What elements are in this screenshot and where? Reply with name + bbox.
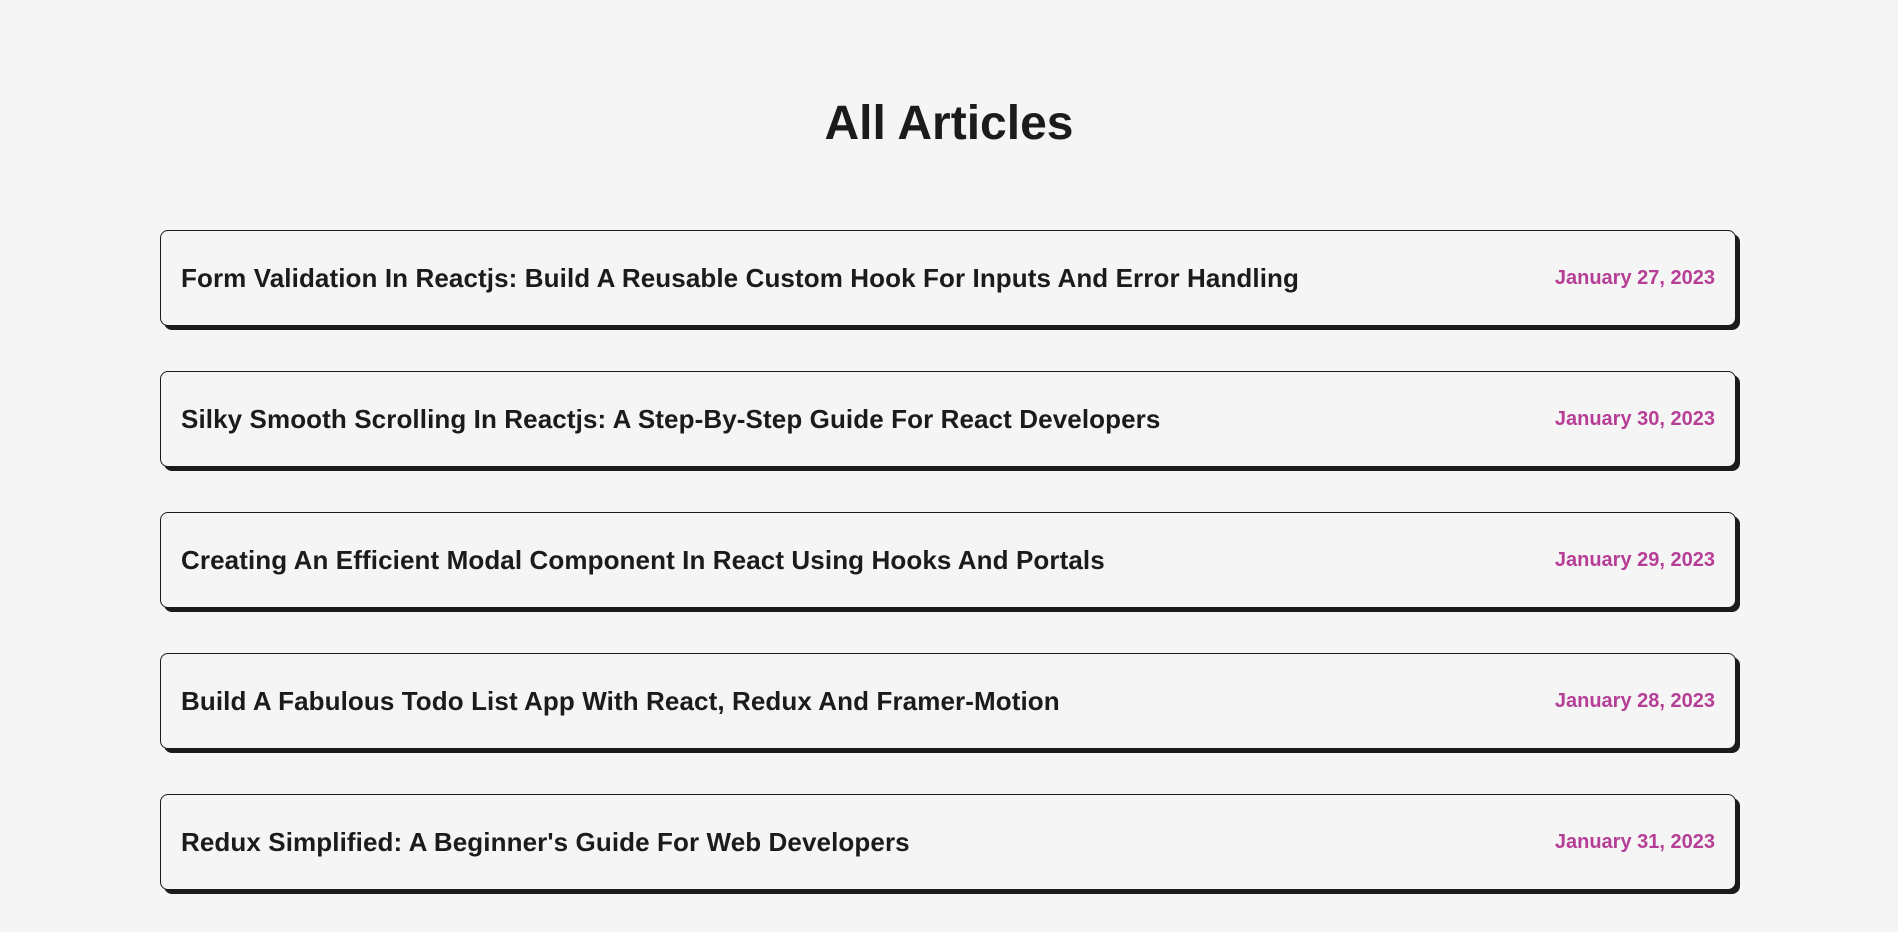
article-card[interactable]: Silky Smooth Scrolling In Reactjs: A Ste… <box>160 371 1736 467</box>
article-list: Form Validation In Reactjs: Build A Reus… <box>160 230 1736 932</box>
article-card[interactable]: Form Validation In Reactjs: Build A Reus… <box>160 230 1736 326</box>
article-card[interactable]: Creating An Efficient Modal Component In… <box>160 512 1736 608</box>
article-date: January 28, 2023 <box>1554 689 1715 712</box>
article-date: January 31, 2023 <box>1554 830 1715 853</box>
article-card[interactable]: Redux Simplified: A Beginner's Guide For… <box>160 794 1736 890</box>
article-date: January 29, 2023 <box>1554 548 1715 571</box>
page-title: All Articles <box>824 97 1074 150</box>
article-title-link[interactable]: Form Validation In Reactjs: Build A Reus… <box>181 263 1299 294</box>
article-title-link[interactable]: Build A Fabulous Todo List App With Reac… <box>181 686 1060 717</box>
articles-page: All Articles Form Validation In Reactjs:… <box>0 0 1898 932</box>
article-date: January 30, 2023 <box>1554 407 1715 430</box>
article-date: January 27, 2023 <box>1554 266 1715 289</box>
article-card[interactable]: Build A Fabulous Todo List App With Reac… <box>160 653 1736 749</box>
article-title-link[interactable]: Redux Simplified: A Beginner's Guide For… <box>181 827 910 858</box>
article-title-link[interactable]: Creating An Efficient Modal Component In… <box>181 545 1105 576</box>
article-title-link[interactable]: Silky Smooth Scrolling In Reactjs: A Ste… <box>181 404 1160 435</box>
